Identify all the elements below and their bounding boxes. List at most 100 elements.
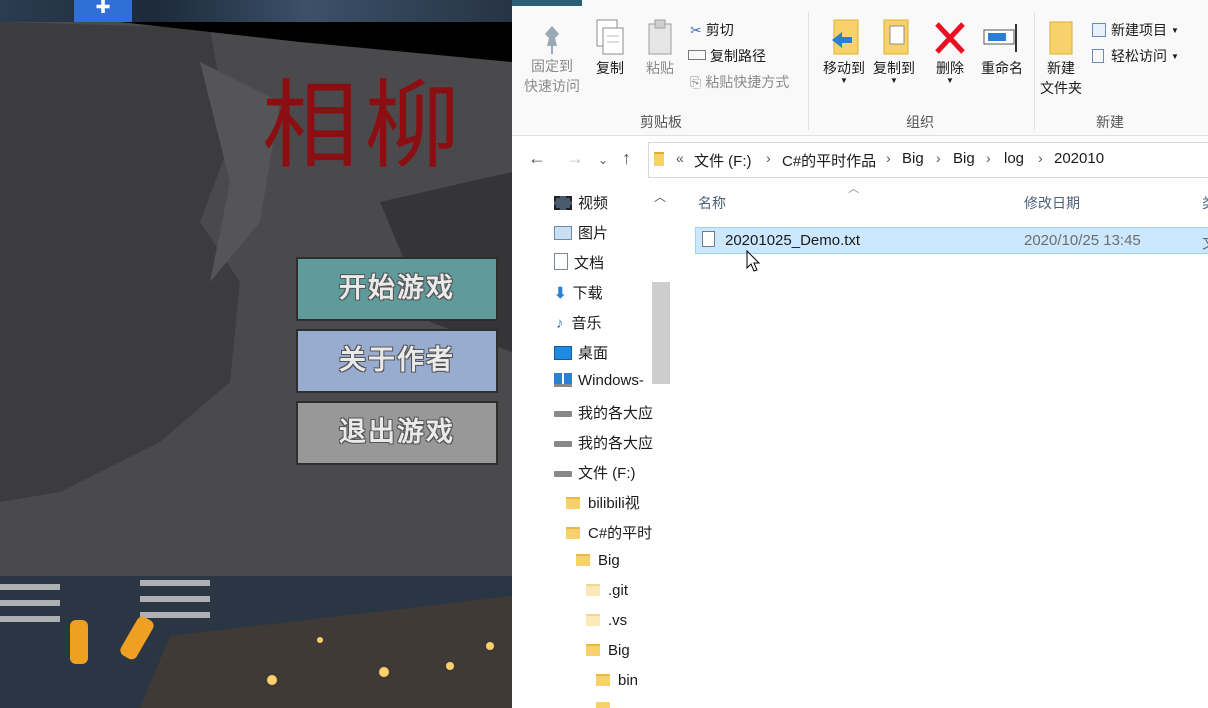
copy-path-label: 复制路径 — [710, 48, 766, 64]
city-street-image — [0, 576, 512, 708]
dropdown-arrow-icon: ▼ — [840, 76, 848, 85]
breadcrumb-chevron-icon[interactable]: › — [1038, 150, 1043, 166]
paste-button[interactable]: 粘贴 — [640, 18, 680, 78]
breadcrumb-chevron-icon[interactable]: › — [936, 150, 941, 166]
exit-game-button[interactable]: 退出游戏 — [296, 401, 498, 465]
column-header-modified[interactable]: 修改日期 — [1024, 193, 1080, 213]
about-author-button[interactable]: 关于作者 — [296, 329, 498, 393]
nav-item-pictures[interactable]: 图片 — [554, 222, 608, 243]
breadcrumb-chevron-icon[interactable]: › — [766, 150, 771, 166]
breadcrumb-chevron-icon[interactable]: › — [986, 150, 991, 166]
paste-shortcut-button[interactable]: ⎘ 粘贴快捷方式 — [690, 72, 789, 92]
column-header-type[interactable]: 类 — [1202, 193, 1208, 213]
breadcrumb-overflow[interactable]: « — [676, 150, 684, 166]
breadcrumb-item[interactable]: Big — [902, 150, 924, 167]
nav-item-drive-f[interactable]: 文件 (F:) — [554, 462, 636, 483]
move-to-icon — [832, 19, 859, 55]
move-to-label: 移动到 — [823, 60, 865, 76]
nav-item-label: 下载 — [572, 285, 603, 302]
music-icon: ♪ — [556, 315, 564, 332]
nav-item-label: 图片 — [578, 225, 609, 242]
nav-item-folder[interactable]: .vs — [586, 612, 627, 629]
breadcrumb-item[interactable]: 202010 — [1054, 150, 1104, 167]
copy-to-button[interactable]: 复制到 ▼ — [866, 18, 922, 85]
pictures-icon — [554, 226, 572, 240]
copy-button[interactable]: 复制 — [590, 18, 630, 78]
nav-item-folder[interactable]: bin — [596, 672, 638, 689]
paste-icon — [648, 19, 672, 55]
nav-item-desktop[interactable]: 桌面 — [554, 342, 608, 363]
move-to-button[interactable]: 移动到 ▼ — [816, 18, 872, 85]
column-header-name[interactable]: 名称 — [698, 193, 726, 213]
nav-item-windows-drive[interactable]: Windows- — [554, 372, 644, 389]
new-folder-label-2: 文件夹 — [1040, 80, 1082, 96]
breadcrumb-item[interactable]: 文件 (F:) — [694, 150, 752, 171]
new-item-icon — [1092, 23, 1106, 37]
nav-item-music[interactable]: ♪ 音乐 — [554, 312, 602, 333]
nav-item-label: C#的平时 — [588, 525, 653, 542]
folder-icon — [586, 614, 600, 626]
folder-icon — [566, 497, 580, 509]
cut-label: 剪切 — [705, 22, 734, 38]
copy-path-button[interactable]: 复制路径 — [688, 46, 766, 66]
easy-access-button[interactable]: 轻松访问 ▼ — [1092, 46, 1179, 66]
nav-item-documents[interactable]: 文档 — [554, 252, 604, 273]
nav-item-folder[interactable]: Big — [586, 642, 630, 659]
back-arrow-icon[interactable]: ← — [528, 148, 546, 169]
file-explorer-window: 固定到 快速访问 复制 粘贴 ✂ 剪切 复制路径 ⎘ 粘贴快捷方式 剪贴板 移动到 … — [512, 0, 1208, 708]
start-game-button[interactable]: 开始游戏 — [296, 257, 498, 321]
new-item-button[interactable]: 新建项目 ▼ — [1092, 20, 1179, 40]
file-modified-date: 2020/10/25 13:45 — [1024, 232, 1141, 249]
nav-item-label: bilibili视 — [588, 495, 640, 512]
breadcrumb-item[interactable]: log — [1004, 150, 1024, 167]
nav-scrollbar-thumb[interactable] — [652, 282, 670, 384]
cut-button[interactable]: ✂ 剪切 — [690, 20, 734, 40]
new-folder-button[interactable]: 新建 文件夹 — [1034, 18, 1088, 98]
new-item-label: 新建项目 — [1111, 22, 1167, 38]
file-name[interactable]: 20201025_Demo.txt — [725, 232, 860, 249]
copy-to-icon — [883, 19, 909, 55]
collapse-chevron-icon[interactable]: ︿ — [654, 188, 666, 205]
nav-item-folder[interactable]: .git — [586, 582, 628, 599]
nav-item-folder[interactable]: Big — [576, 552, 620, 569]
breadcrumb-item[interactable]: C#的平时作品 — [782, 150, 876, 171]
delete-label: 删除 — [936, 60, 964, 76]
rename-icon — [983, 24, 1017, 52]
ribbon-tab-indicator — [512, 0, 582, 6]
folder-icon — [586, 644, 600, 656]
easy-access-label: 轻松访问 — [1111, 48, 1167, 64]
game-title: 相柳 — [262, 70, 466, 182]
folder-icon — [596, 674, 610, 686]
text-file-icon — [702, 231, 715, 247]
copy-label: 复制 — [596, 60, 624, 76]
nav-item-label: Big — [608, 642, 630, 659]
folder-icon — [576, 554, 590, 566]
scissors-icon: ✂ — [690, 22, 702, 38]
nav-item-videos[interactable]: 视频 — [554, 192, 608, 213]
clipboard-group-label: 剪贴板 — [640, 114, 682, 130]
paste-shortcut-label: 粘贴快捷方式 — [705, 74, 790, 90]
nav-item-downloads[interactable]: ⬇ 下载 — [554, 282, 603, 303]
nav-item-drive[interactable]: 我的各大应 — [554, 402, 653, 423]
breadcrumb-chevron-icon[interactable]: › — [886, 150, 891, 166]
group-divider — [808, 12, 809, 130]
paste-shortcut-icon: ⎘ — [690, 74, 702, 90]
folder-icon — [654, 152, 664, 166]
rename-button[interactable]: 重命名 — [974, 18, 1030, 78]
nav-item-folder[interactable]: C#的平时 — [566, 522, 652, 543]
video-icon — [554, 196, 572, 210]
nav-item-folder[interactable]: bilibili视 — [566, 492, 640, 513]
breadcrumb-item[interactable]: Big — [953, 150, 975, 167]
up-arrow-icon[interactable]: ↑ — [622, 148, 631, 169]
nav-item-label: 桌面 — [578, 345, 609, 362]
copy-path-icon — [688, 50, 706, 60]
rename-label: 重命名 — [981, 60, 1023, 76]
forward-arrow-icon[interactable]: → — [566, 148, 584, 169]
delete-button[interactable]: 删除 ▼ — [930, 18, 970, 85]
nav-item-drive[interactable]: 我的各大应 — [554, 432, 653, 453]
pin-icon — [545, 26, 559, 54]
organize-group-label: 组织 — [906, 114, 934, 130]
pin-quick-access-button[interactable]: 固定到 快速访问 — [518, 22, 586, 96]
recent-dropdown-icon[interactable]: ⌄ — [598, 153, 608, 167]
pin-icon[interactable]: ✚ — [74, 0, 132, 22]
